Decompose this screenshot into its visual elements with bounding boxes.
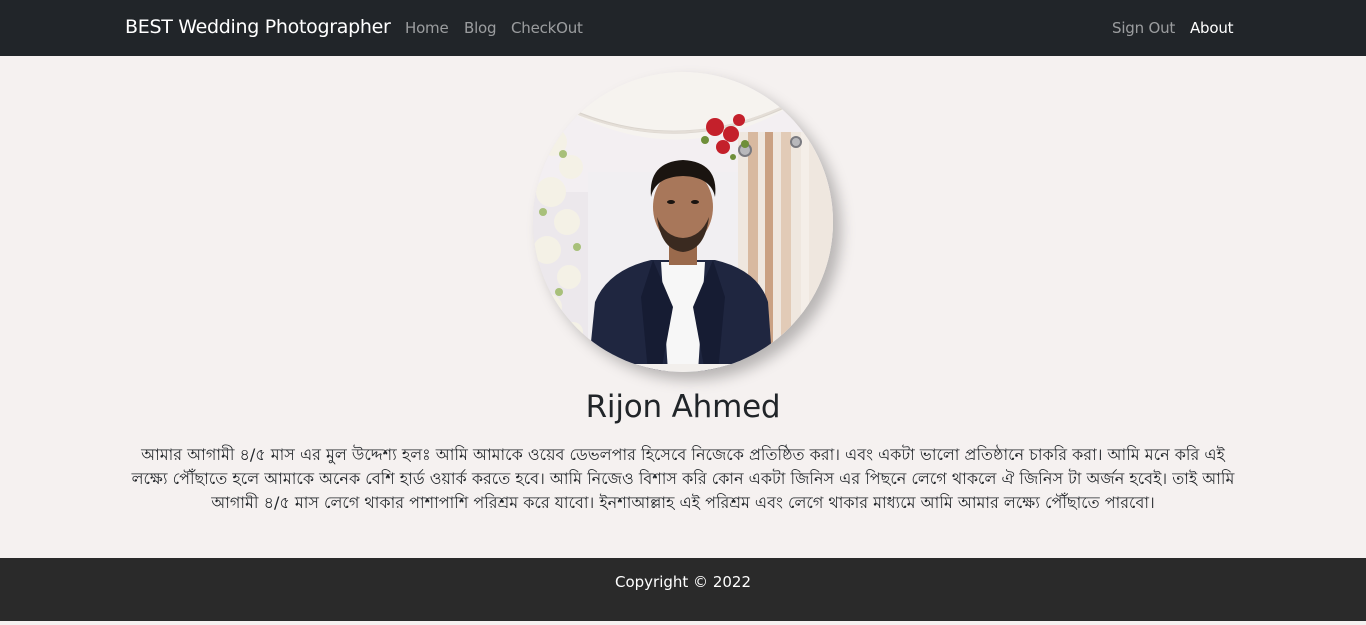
brand-link[interactable]: BEST Wedding Photographer [125,16,391,38]
profile-photo-illustration [533,72,833,372]
profile-photo [533,72,833,372]
profile-name: Rijon Ahmed [585,389,781,425]
navbar: BEST Wedding Photographer Home Blog Chec… [0,0,1366,56]
nav-link-home[interactable]: Home [405,19,449,37]
nav-link-sign-out[interactable]: Sign Out [1112,19,1175,37]
profile-bio: আমার আগামী ৪/৫ মাস এর মুল উদ্দেশ্য হলঃ আ… [131,445,1235,512]
nav-link-blog[interactable]: Blog [464,19,497,37]
nav-link-checkout[interactable]: CheckOut [511,19,583,37]
nav-link-about[interactable]: About [1190,19,1234,37]
copyright-text: Copyright © 2022 [614,573,751,591]
